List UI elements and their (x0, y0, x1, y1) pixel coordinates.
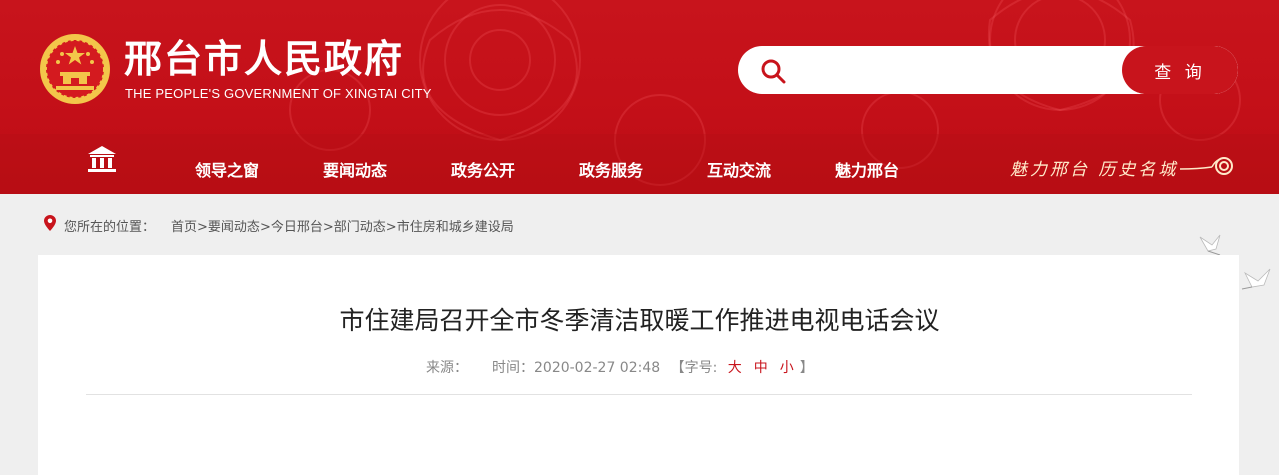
font-size-medium[interactable]: 中 (754, 360, 768, 376)
search-icon (761, 59, 786, 84)
slogan: 魅力邢台 历史名城 (1010, 160, 1179, 180)
nav-item-government-affairs[interactable]: 政务公开 (451, 157, 515, 181)
article-meta: 来源： 时间：2020-02-27 02:48 【字号: 大中小】 (426, 357, 814, 377)
nav-item-leadership[interactable]: 领导之窗 (195, 157, 259, 181)
search-button[interactable]: 查 询 (1122, 46, 1238, 94)
breadcrumb-separator: > (322, 220, 334, 235)
home-icon[interactable] (87, 145, 117, 173)
nav-item-charming-xingtai[interactable]: 魅力邢台 (835, 157, 899, 181)
font-size-large[interactable]: 大 (728, 360, 742, 376)
location-pin-icon (44, 215, 56, 231)
nav-item-interaction[interactable]: 互动交流 (707, 157, 771, 181)
nav-item-news[interactable]: 要闻动态 (323, 157, 387, 181)
article-title: 市住建局召开全市冬季清洁取暖工作推进电视电话会议 (339, 306, 940, 335)
breadcrumb: 首页>要闻动态>今日邢台>部门动态>市住房和城乡建设局 (171, 216, 514, 235)
breadcrumb-separator: > (197, 220, 208, 235)
search-input[interactable] (800, 54, 1114, 88)
breadcrumb-department-news[interactable]: 部门动态 (334, 220, 386, 235)
breadcrumb-housing-bureau[interactable]: 市住房和城乡建设局 (397, 220, 514, 235)
search-bar: 查 询 (738, 46, 1238, 94)
breadcrumb-home[interactable]: 首页 (171, 220, 197, 235)
site-title: 邢台市人民政府 (124, 37, 405, 81)
font-size-label: 【字号: (670, 360, 718, 376)
font-size-close: 】 (799, 360, 814, 376)
source-label: 来源： (426, 360, 468, 376)
publish-time: 2020-02-27 02:48 (534, 360, 661, 376)
national-emblem-icon (40, 34, 110, 104)
cloud-swirl-icon (1179, 157, 1233, 175)
site-subtitle: THE PEOPLE'S GOVERNMENT OF XINGTAI CITY (125, 86, 432, 101)
breadcrumb-separator: > (259, 220, 271, 235)
breadcrumb-label: 您所在的位置： (64, 220, 156, 235)
breadcrumb-news[interactable]: 要闻动态 (208, 220, 260, 235)
breadcrumb-separator: > (385, 220, 397, 235)
time-label: 时间： (492, 360, 534, 376)
nav-item-government-services[interactable]: 政务服务 (579, 157, 643, 181)
divider (86, 394, 1192, 395)
font-size-small[interactable]: 小 (780, 360, 794, 376)
site-header: 邢台市人民政府 THE PEOPLE'S GOVERNMENT OF XINGT… (0, 0, 1279, 194)
breadcrumb-today-xingtai[interactable]: 今日邢台 (271, 220, 323, 235)
